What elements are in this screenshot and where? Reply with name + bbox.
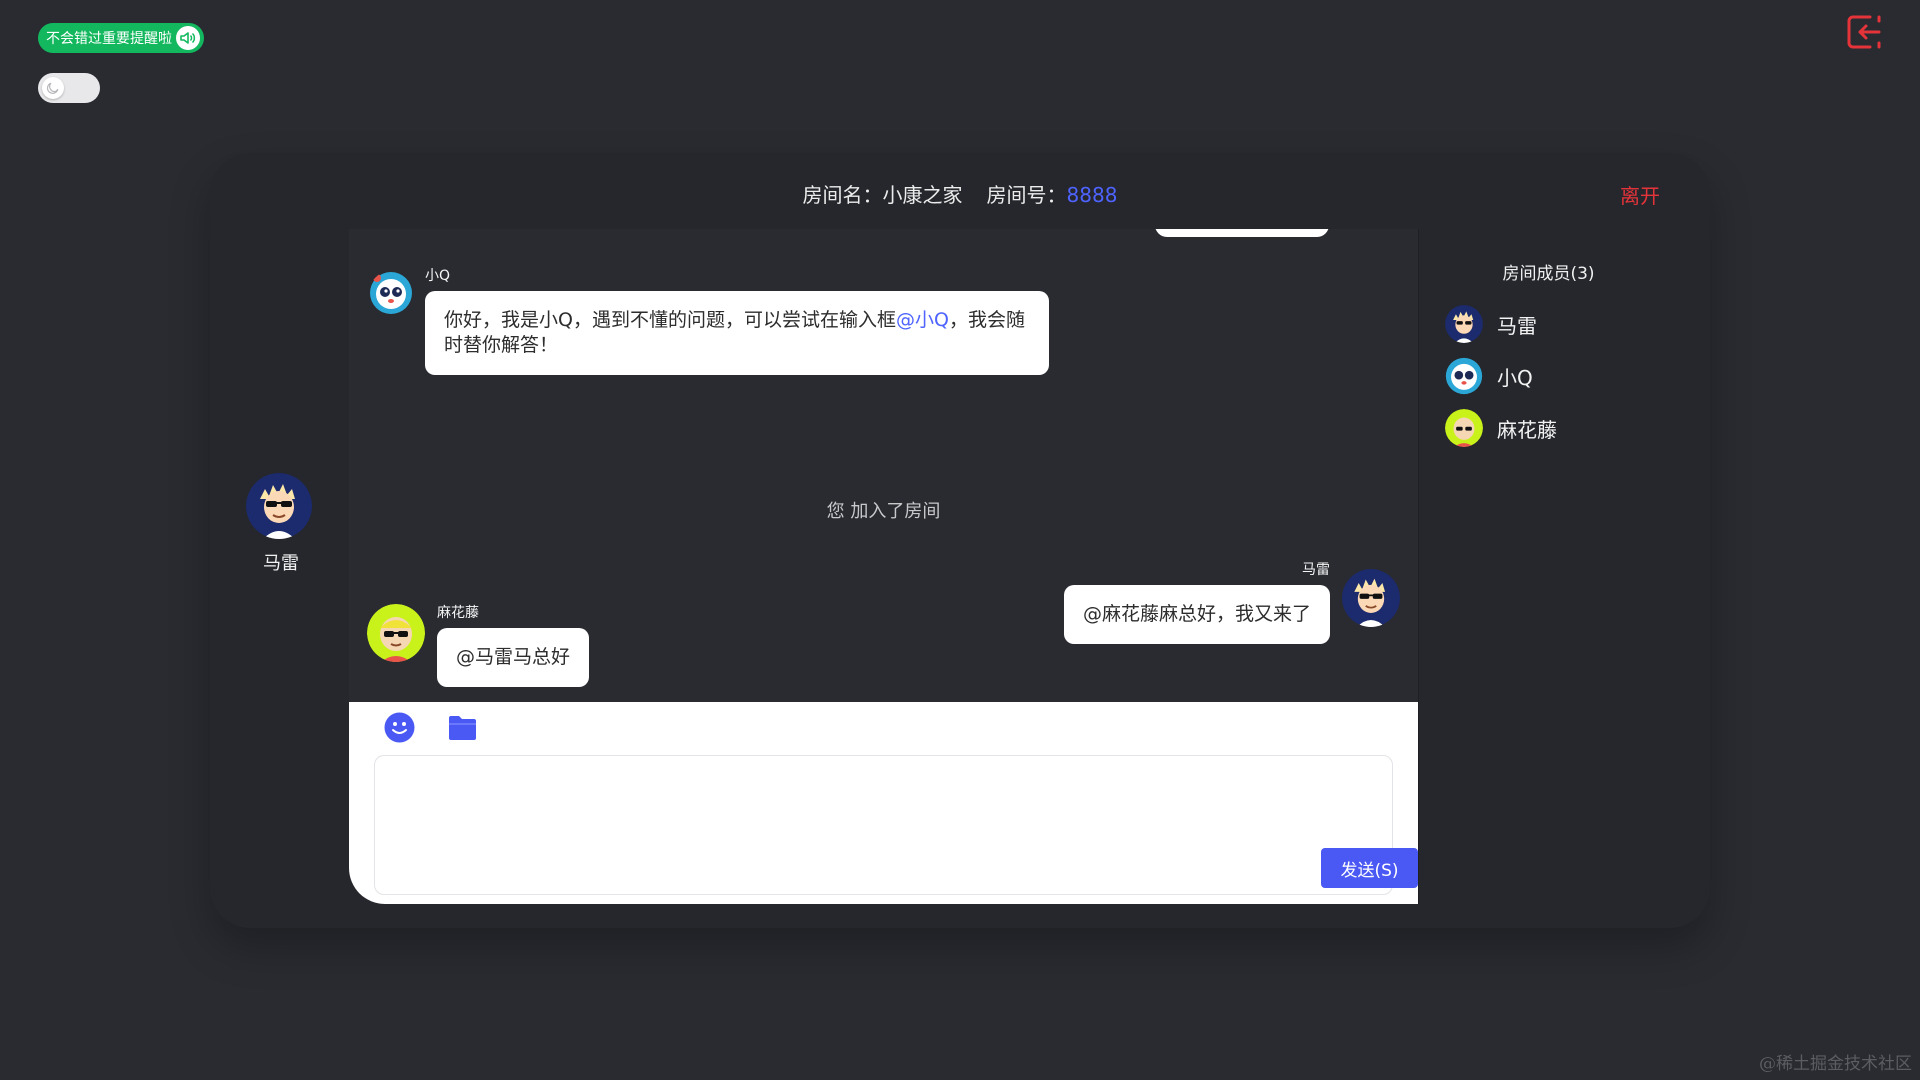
- watermark: @稀土掘金技术社区: [1759, 1054, 1912, 1074]
- previous-message-bubble: [1155, 229, 1329, 237]
- room-name-value: 小康之家: [882, 182, 963, 207]
- room-id-value: 8888: [1066, 182, 1118, 207]
- avatar: [1445, 357, 1483, 395]
- system-notice: 您 加入了房间: [826, 501, 941, 522]
- message-sender: 马雷: [1302, 562, 1330, 578]
- user-avatar-icon: [246, 473, 312, 539]
- room-id: 房间号：8888: [987, 179, 1118, 208]
- speaker-icon: [176, 26, 200, 50]
- message-bubble: 你好，我是小Q，遇到不懂的问题，可以尝试在输入框@小Q，我会随时替你解答！: [425, 291, 1049, 375]
- message-composer: 发送(S): [349, 702, 1418, 904]
- avatar[interactable]: [369, 271, 413, 315]
- avatar[interactable]: [1342, 569, 1400, 627]
- chat-message: 小Q 你好，我是小Q，遇到不懂的问题，可以尝试在输入框@小Q，我会随时替你解答！: [369, 265, 1049, 375]
- member-list: 马雷 小Q 麻花藤: [1419, 298, 1678, 454]
- message-bubble: @麻花藤麻总好，我又来了: [1063, 585, 1330, 644]
- current-user-name: 马雷: [263, 553, 299, 574]
- bot-avatar-icon: [370, 272, 412, 314]
- member-item[interactable]: 麻花藤: [1445, 402, 1678, 454]
- message-input[interactable]: [374, 755, 1393, 895]
- member-name: 马雷: [1497, 313, 1537, 338]
- notification-toggle[interactable]: 不会错过重要提醒啦: [38, 23, 204, 53]
- emoji-icon[interactable]: [384, 712, 415, 743]
- room-id-label: 房间号：: [986, 182, 1067, 207]
- bot-avatar-icon: [1445, 357, 1483, 395]
- room-name: 房间名：小康之家: [803, 179, 963, 208]
- notification-toggle-label: 不会错过重要提醒啦: [46, 31, 172, 47]
- message-sender: 麻花藤: [437, 605, 479, 621]
- mention-link[interactable]: @小Q: [896, 309, 949, 331]
- moon-icon: [42, 77, 64, 99]
- room-card: 房间名：小康之家 房间号：8888 离开 马雷 小Q 你好，我是小Q，遇到不懂的…: [210, 153, 1710, 928]
- user-avatar-icon: [367, 604, 425, 662]
- leave-room-button[interactable]: 离开: [1620, 180, 1660, 209]
- room-name-label: 房间名：: [802, 182, 883, 207]
- logout-icon[interactable]: [1844, 12, 1884, 52]
- avatar: [1445, 409, 1483, 447]
- chat-message: 麻花藤 @马雷马总好: [367, 602, 590, 687]
- member-name: 小Q: [1497, 365, 1533, 390]
- chat-message: 马雷 @麻花藤麻总好，我又来了: [1063, 559, 1400, 644]
- room-header: 房间名：小康之家 房间号：8888: [210, 173, 1710, 213]
- members-title: 房间成员(3): [1502, 264, 1595, 284]
- room-members-panel: 房间成员(3) 马雷 小Q 麻花藤: [1418, 229, 1678, 904]
- member-item[interactable]: 马雷: [1445, 298, 1678, 350]
- message-bubble: @马雷马总好: [437, 628, 590, 687]
- member-item[interactable]: 小Q: [1445, 350, 1678, 402]
- theme-switch[interactable]: [38, 73, 100, 103]
- message-text: 你好，我是小Q，遇到不懂的问题，可以尝试在输入框: [444, 309, 896, 331]
- current-user-panel: 马雷: [246, 473, 316, 575]
- avatar: [1445, 305, 1483, 343]
- user-avatar-icon: [1342, 569, 1400, 627]
- chat-message-area[interactable]: 小Q 你好，我是小Q，遇到不懂的问题，可以尝试在输入框@小Q，我会随时替你解答！…: [349, 229, 1418, 702]
- user-avatar-icon: [1445, 305, 1483, 343]
- send-button[interactable]: 发送(S): [1321, 848, 1418, 888]
- member-name: 麻花藤: [1497, 417, 1557, 442]
- folder-icon[interactable]: [447, 714, 478, 742]
- message-sender: 小Q: [425, 268, 451, 284]
- avatar[interactable]: [367, 604, 425, 662]
- avatar[interactable]: [246, 473, 312, 539]
- user-avatar-icon: [1445, 409, 1483, 447]
